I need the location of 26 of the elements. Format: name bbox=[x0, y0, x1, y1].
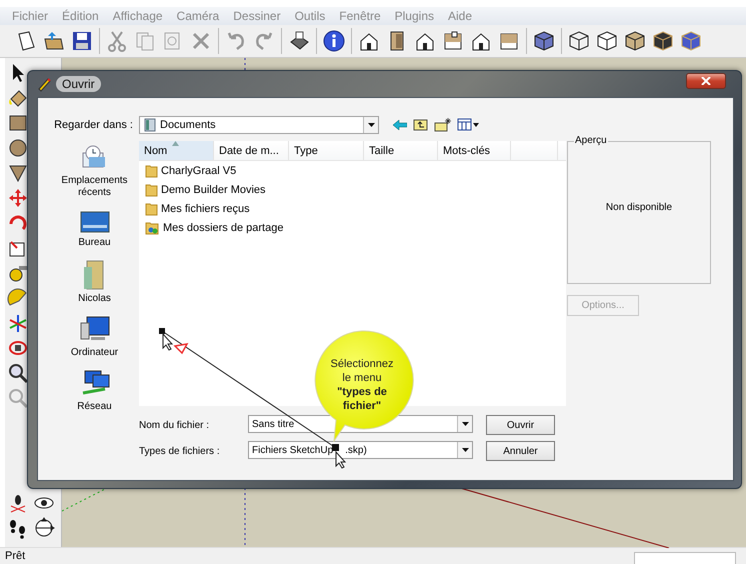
status-text: Prêt bbox=[5, 550, 26, 562]
place-link[interactable]: Emplacements récents bbox=[54, 175, 134, 199]
callout-text: Sélectionnez le menu "types de fichier" bbox=[330, 357, 394, 413]
file-type-dropdown[interactable]: Fichiers SketchUp .skp) bbox=[248, 441, 473, 459]
preview-label: Aperçu bbox=[574, 135, 608, 147]
window-title: Ouvrir bbox=[56, 76, 101, 92]
file-name-label: Nom du fichier : bbox=[139, 420, 210, 430]
file-type-label: Types de fichiers : bbox=[139, 446, 221, 456]
file-item[interactable]: Demo Builder Movies bbox=[161, 184, 266, 196]
cancel-button[interactable]: Annuler bbox=[486, 441, 555, 461]
column-header[interactable]: Taille bbox=[364, 141, 438, 160]
place-link[interactable]: Réseau bbox=[77, 401, 112, 413]
file-item[interactable]: CharlyGraal V5 bbox=[161, 164, 236, 176]
place-link[interactable]: Nicolas bbox=[78, 293, 111, 305]
file-item[interactable]: Mes fichiers reçus bbox=[161, 202, 250, 214]
column-header[interactable]: Type bbox=[289, 141, 364, 160]
look-in-label: Regarder dans : bbox=[54, 118, 133, 130]
column-header[interactable]: Date de m... bbox=[214, 141, 289, 160]
preview-message: Non disponible bbox=[606, 202, 672, 213]
place-link[interactable]: Bureau bbox=[78, 237, 111, 249]
column-header[interactable]: Nom bbox=[139, 141, 214, 160]
look-in-dropdown[interactable]: Documents bbox=[139, 116, 379, 134]
place-link[interactable]: Ordinateur bbox=[70, 347, 118, 359]
file-item[interactable]: Mes dossiers de partage bbox=[163, 222, 284, 234]
open-button[interactable]: Ouvrir bbox=[486, 415, 555, 435]
column-header[interactable]: Mots-clés bbox=[438, 141, 511, 160]
